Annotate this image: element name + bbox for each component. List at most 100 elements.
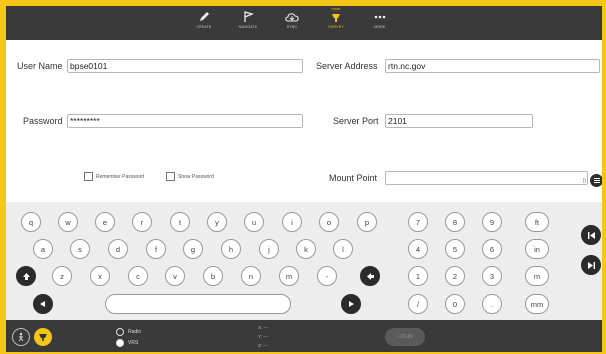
key-h[interactable]: h	[221, 239, 241, 259]
key-t[interactable]: t	[170, 212, 190, 232]
key-m[interactable]: m	[279, 266, 299, 286]
key-mm[interactable]: mm	[525, 294, 549, 314]
cursor-left-key[interactable]	[33, 294, 53, 314]
key-l[interactable]: l	[333, 239, 353, 259]
mount-point-menu-icon[interactable]	[590, 174, 602, 187]
key-x[interactable]: x	[90, 266, 110, 286]
key-5[interactable]: 5	[445, 239, 465, 259]
mount-point-label: Mount Point	[329, 173, 378, 183]
server-port-input[interactable]: 2101	[385, 114, 533, 128]
key-2[interactable]: 2	[445, 266, 465, 286]
pencil-icon	[200, 12, 209, 21]
key-8[interactable]: 8	[445, 212, 465, 232]
password-label: Password	[23, 116, 63, 126]
mount-point-select[interactable]: ()	[385, 171, 588, 185]
show-password-label: Show Password	[178, 174, 214, 180]
top-nav-bar: Create Navigate Sync NTRIP Survey More	[6, 6, 602, 40]
login-button[interactable]: LOGIN	[385, 328, 425, 346]
key-w[interactable]: w	[58, 212, 78, 232]
key-j[interactable]: j	[259, 239, 279, 259]
app-frame: Create Navigate Sync NTRIP Survey More U…	[6, 6, 602, 352]
shift-arrow-icon	[22, 272, 30, 280]
key-r[interactable]: r	[132, 212, 152, 232]
key-0[interactable]: 0	[445, 294, 465, 314]
key-in[interactable]: in	[525, 239, 549, 259]
key-7[interactable]: 7	[408, 212, 428, 232]
z-coordinate: Z: ---	[258, 343, 268, 348]
more-dots-icon	[374, 15, 386, 19]
person-walking-icon	[18, 332, 24, 342]
username-input[interactable]: bpse0101	[67, 59, 303, 73]
key-9[interactable]: 9	[482, 212, 502, 232]
key-v[interactable]: v	[165, 266, 185, 286]
shift-key[interactable]	[16, 266, 36, 286]
nav-sync-label: Sync	[286, 25, 298, 29]
key-i[interactable]: i	[282, 212, 302, 232]
key-f[interactable]: f	[146, 239, 166, 259]
jump-start-key[interactable]	[581, 225, 601, 245]
key-dot[interactable]: .	[482, 294, 502, 314]
nav-survey-top-label: NTRIP	[331, 7, 341, 11]
walk-mode-icon[interactable]	[12, 328, 30, 346]
nav-navigate-label: Navigate	[238, 25, 258, 29]
nav-navigate[interactable]: Navigate	[228, 8, 268, 38]
server-port-label: Server Port	[333, 116, 379, 126]
key-k[interactable]: k	[296, 239, 316, 259]
username-label: User Name	[17, 61, 63, 71]
radio-option-vrs[interactable]	[116, 339, 124, 347]
mount-point-caret: ()	[582, 178, 586, 184]
on-screen-keyboard: q w e r t y u i o p a s d f g h j k l z …	[6, 202, 602, 320]
key-y[interactable]: y	[207, 212, 227, 232]
jump-end-key[interactable]	[581, 255, 601, 275]
surveyor-icon	[332, 14, 340, 22]
key-slash[interactable]: /	[408, 294, 428, 314]
nav-more[interactable]: More	[360, 8, 400, 38]
nav-more-label: More	[374, 25, 386, 29]
key-g[interactable]: g	[183, 239, 203, 259]
key-3[interactable]: 3	[482, 266, 502, 286]
bottom-status-bar: Radio VRS X: --- Y: --- Z: --- LOGIN	[6, 320, 602, 352]
key-b[interactable]: b	[203, 266, 223, 286]
key-d[interactable]: d	[108, 239, 128, 259]
right-triangle-icon	[349, 301, 354, 307]
backspace-arrow-icon	[366, 272, 374, 280]
remember-password-label: Remember Password	[96, 174, 145, 180]
cursor-right-key[interactable]	[341, 294, 361, 314]
key-ft[interactable]: ft	[525, 212, 549, 232]
key-u[interactable]: u	[244, 212, 264, 232]
remember-password-checkbox[interactable]	[84, 172, 93, 181]
key-q[interactable]: q	[21, 212, 41, 232]
key-c[interactable]: c	[128, 266, 148, 286]
nav-create[interactable]: Create	[184, 8, 224, 38]
key-o[interactable]: o	[319, 212, 339, 232]
key-m-unit[interactable]: m	[525, 266, 549, 286]
vrs-option-label: VRS	[128, 340, 139, 346]
nav-survey[interactable]: NTRIP Survey	[316, 7, 356, 38]
skip-start-icon	[587, 231, 595, 239]
password-input[interactable]: *********	[67, 114, 303, 128]
nav-survey-label: Survey	[328, 25, 344, 29]
server-address-input[interactable]: rtn.nc.gov	[385, 59, 600, 73]
cloud-sync-icon	[285, 13, 299, 22]
server-address-label: Server Address	[316, 61, 378, 71]
key-4[interactable]: 4	[408, 239, 428, 259]
left-triangle-icon	[40, 301, 45, 307]
space-bar[interactable]	[105, 294, 291, 314]
key-p[interactable]: p	[357, 212, 377, 232]
key-a[interactable]: a	[33, 239, 53, 259]
nav-create-label: Create	[196, 25, 212, 29]
x-coordinate: X: ---	[258, 325, 268, 330]
key-z[interactable]: z	[52, 266, 72, 286]
skip-end-icon	[587, 261, 595, 269]
radio-option-radio[interactable]	[116, 328, 124, 336]
key-dash[interactable]: -	[317, 266, 337, 286]
key-e[interactable]: e	[95, 212, 115, 232]
key-n[interactable]: n	[241, 266, 261, 286]
backspace-key[interactable]	[360, 266, 380, 286]
key-s[interactable]: s	[70, 239, 90, 259]
nav-sync[interactable]: Sync	[272, 8, 312, 38]
show-password-checkbox[interactable]	[166, 172, 175, 181]
key-1[interactable]: 1	[408, 266, 428, 286]
device-status-icon[interactable]	[34, 328, 52, 346]
key-6[interactable]: 6	[482, 239, 502, 259]
